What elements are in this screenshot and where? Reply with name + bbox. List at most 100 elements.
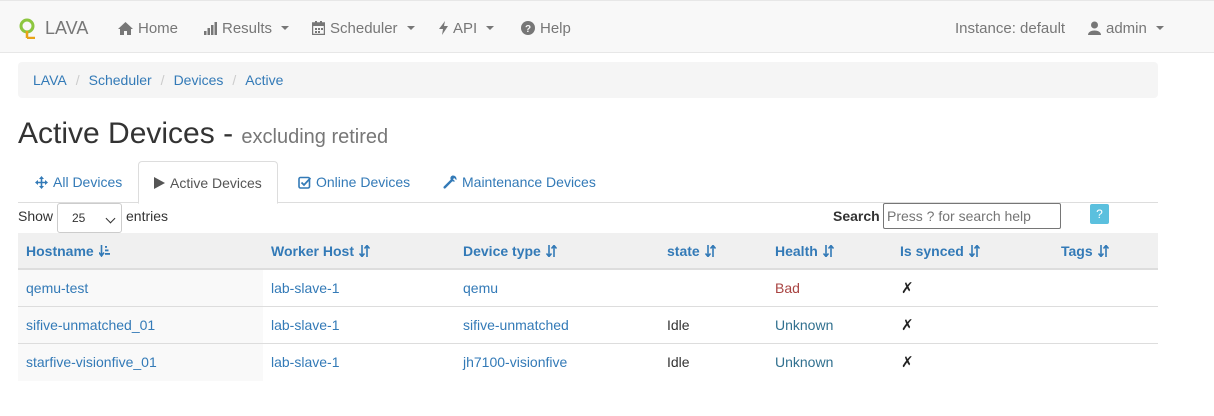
show-label: Show <box>18 208 54 224</box>
tab-active-devices[interactable]: Active Devices <box>138 161 278 204</box>
brand-name: LAVA <box>45 17 89 38</box>
column-header-label: Hostname <box>26 242 94 259</box>
tab-all-devices-label: All Devices <box>53 174 123 190</box>
page-title: Active Devices - excluding retired <box>18 117 388 153</box>
question-circle-icon: ? <box>521 21 535 35</box>
cell-is-synced: ✗ <box>901 317 914 334</box>
column-header-label: Device type <box>463 242 541 259</box>
column-header-label: Worker Host <box>271 242 354 259</box>
chevron-down-icon <box>406 26 415 30</box>
nav-help-label: Help <box>540 19 571 37</box>
chevron-down-icon <box>486 26 495 30</box>
cell-is-synced: ✗ <box>901 354 914 371</box>
column-header-hostname[interactable]: Hostname <box>26 233 110 268</box>
column-header-tags[interactable]: Tags <box>1061 233 1109 268</box>
page-length-select[interactable]: 25 <box>57 203 122 233</box>
device-tabs: All Devices Active Devices Online Device… <box>18 161 1158 204</box>
cell-worker-host[interactable]: lab-slave-1 <box>271 307 339 343</box>
lava-logo-icon <box>18 17 38 39</box>
chevron-down-icon <box>1155 26 1164 30</box>
devices-table: Hostname Worker Host Device type state H… <box>18 233 1158 381</box>
sort-icon <box>704 244 716 257</box>
cell-device-type[interactable]: jh7100-visionfive <box>463 344 567 380</box>
tab-online-devices-label: Online Devices <box>316 174 411 190</box>
cell-state: Idle <box>667 354 690 370</box>
tab-maintenance-devices[interactable]: Maintenance Devices <box>428 161 611 203</box>
page-title-main: Active Devices <box>18 117 215 150</box>
flash-icon <box>439 21 448 35</box>
user-menu[interactable]: admin <box>1088 18 1164 38</box>
column-header-label: Tags <box>1061 242 1093 259</box>
cell-hostname[interactable]: sifive-unmatched_01 <box>26 307 155 343</box>
nav-results-label: Results <box>222 19 273 37</box>
cell-health: Bad <box>775 280 800 296</box>
page-title-separator: - <box>214 117 242 150</box>
sort-icon <box>822 244 834 257</box>
tab-active-devices-label: Active Devices <box>170 174 262 191</box>
sort-icon <box>1097 244 1109 257</box>
check-square-icon <box>298 176 311 189</box>
nav-help[interactable]: ? Help <box>521 18 571 38</box>
table-row: sifive-unmatched_01 lab-slave-1 sifive-u… <box>18 307 1158 344</box>
navbar: LAVA Home Results Scheduler API ? Help I… <box>0 0 1214 53</box>
sort-icon <box>545 244 557 257</box>
cell-device-type[interactable]: qemu <box>463 270 498 306</box>
breadcrumb-separator: / <box>160 72 165 88</box>
breadcrumb-separator: / <box>75 72 80 88</box>
page-title-subtitle: excluding retired <box>241 126 389 148</box>
cell-health: Unknown <box>775 354 834 370</box>
table-row: starfive-visionfive_01 lab-slave-1 jh710… <box>18 344 1158 381</box>
breadcrumb-active[interactable]: Active <box>245 72 283 88</box>
tab-maintenance-devices-label: Maintenance Devices <box>462 174 596 190</box>
user-icon <box>1088 21 1101 35</box>
wrench-icon <box>443 175 457 189</box>
bar-chart-icon <box>204 21 217 35</box>
nav-api[interactable]: API <box>439 18 495 38</box>
entries-label: entries <box>126 208 169 224</box>
sort-asc-icon <box>98 244 110 257</box>
column-header-state[interactable]: state <box>667 233 716 268</box>
home-icon <box>118 21 133 35</box>
user-name: admin <box>1106 19 1147 37</box>
tab-all-devices[interactable]: All Devices <box>20 161 137 203</box>
nav-results[interactable]: Results <box>204 18 290 38</box>
nav-home-label: Home <box>138 19 179 37</box>
cell-hostname[interactable]: starfive-visionfive_01 <box>26 344 157 380</box>
sort-icon <box>968 244 980 257</box>
nav-api-label: API <box>453 19 478 37</box>
nav-home[interactable]: Home <box>118 18 178 38</box>
chevron-down-icon <box>281 26 290 30</box>
breadcrumb-separator: / <box>232 72 237 88</box>
column-header-device-type[interactable]: Device type <box>463 233 557 268</box>
move-icon <box>35 175 48 189</box>
cell-hostname[interactable]: qemu-test <box>26 270 88 306</box>
column-header-label: Is synced <box>900 242 964 259</box>
instance-indicator: Instance: default <box>955 18 1065 38</box>
cell-worker-host[interactable]: lab-slave-1 <box>271 270 339 306</box>
breadcrumb-scheduler[interactable]: Scheduler <box>89 72 152 88</box>
column-header-health[interactable]: Health <box>775 233 834 268</box>
breadcrumb-lava[interactable]: LAVA <box>33 72 67 88</box>
cell-device-type[interactable]: sifive-unmatched <box>463 307 569 343</box>
table-row: qemu-test lab-slave-1 qemu Bad ✗ <box>18 270 1158 307</box>
search-label: Search <box>833 208 880 224</box>
nav-scheduler[interactable]: Scheduler <box>312 18 415 38</box>
search-input[interactable] <box>883 203 1061 229</box>
column-header-label: state <box>667 242 700 259</box>
column-header-worker-host[interactable]: Worker Host <box>271 233 370 268</box>
cell-is-synced: ✗ <box>901 280 914 297</box>
play-icon <box>154 176 165 189</box>
sort-icon <box>358 244 370 257</box>
tab-online-devices[interactable]: Online Devices <box>283 161 425 203</box>
breadcrumb-devices[interactable]: Devices <box>174 72 224 88</box>
cell-worker-host[interactable]: lab-slave-1 <box>271 344 339 380</box>
cell-state: Idle <box>667 317 690 333</box>
column-header-is-synced[interactable]: Is synced <box>900 233 980 268</box>
chevron-down-icon <box>105 213 116 224</box>
breadcrumb: LAVA / Scheduler / Devices / Active <box>18 62 1158 98</box>
instance-label: Instance: default <box>955 19 1066 37</box>
search-help-button[interactable]: ? <box>1090 204 1109 224</box>
page-length-value: 25 <box>72 211 86 225</box>
brand[interactable]: LAVA <box>18 16 88 40</box>
calendar-icon <box>312 21 325 35</box>
